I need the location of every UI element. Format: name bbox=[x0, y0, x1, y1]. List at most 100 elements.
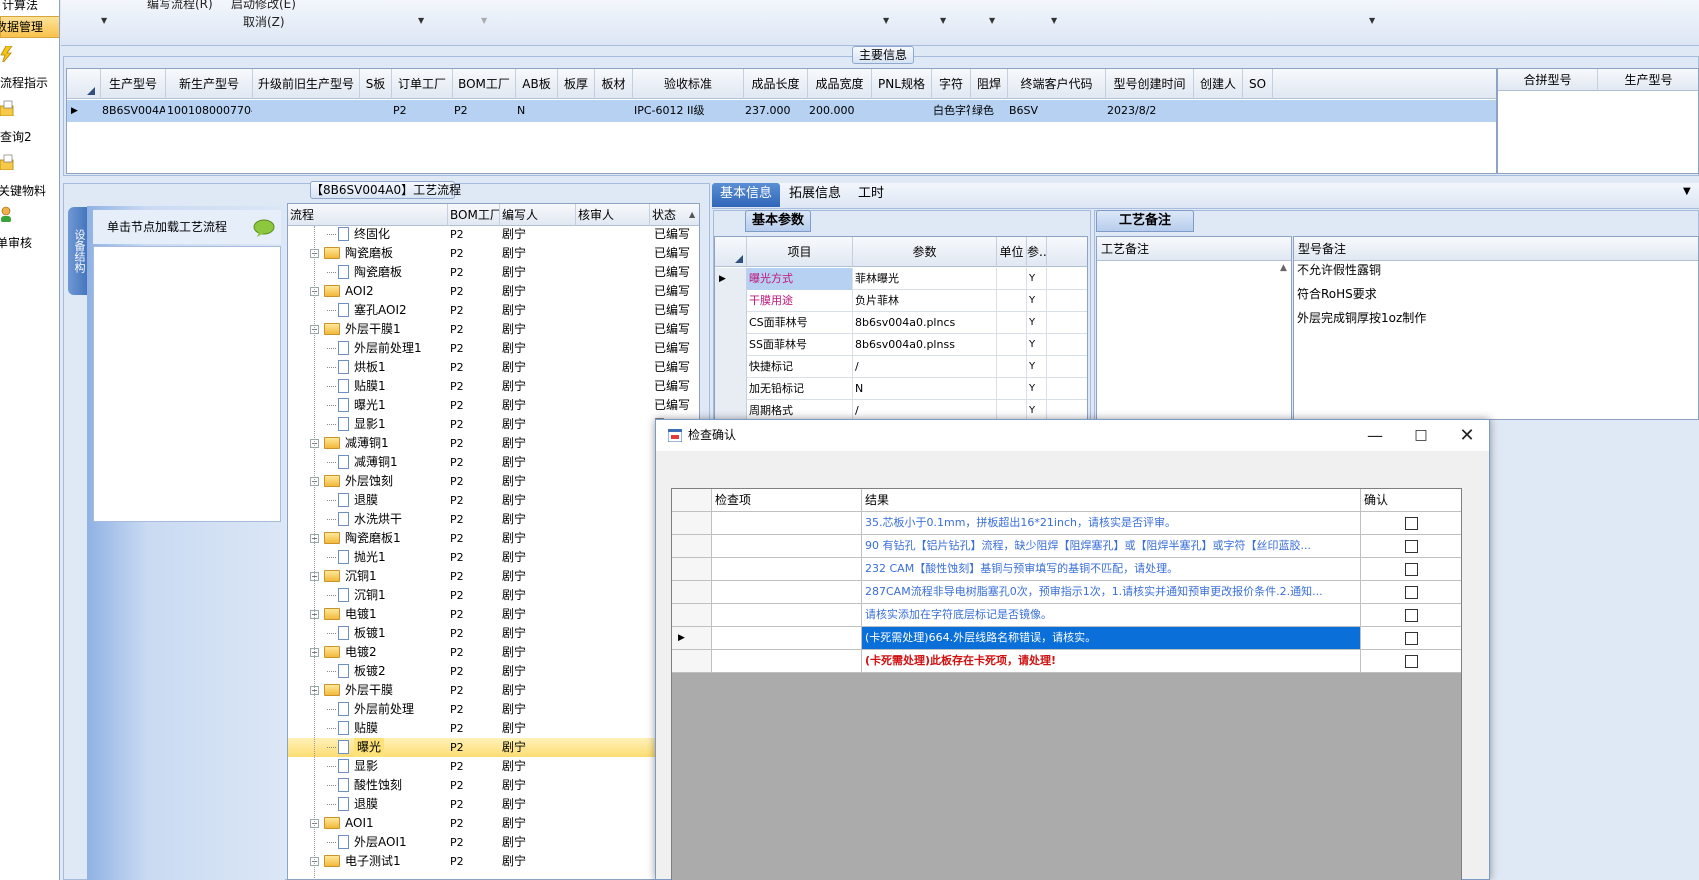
param-value[interactable]: 8b6sv004a0.plncs bbox=[853, 312, 997, 334]
column-header[interactable]: 检查项 bbox=[712, 489, 862, 512]
column-header[interactable]: 合拼型号 bbox=[1498, 69, 1598, 91]
column-header[interactable]: BOM工厂 bbox=[448, 204, 500, 226]
column-header[interactable]: 编写人 bbox=[500, 204, 576, 226]
tree-row[interactable]: −沉铜1P2剧宁已 bbox=[288, 567, 699, 586]
param-value[interactable]: / bbox=[853, 400, 997, 419]
tree-row[interactable]: 显影1P2剧宁已 bbox=[288, 415, 699, 434]
maximize-icon[interactable]: □ bbox=[1398, 420, 1444, 451]
scroll-up-icon[interactable]: ▲ bbox=[689, 210, 695, 219]
nav-item-key-material[interactable]: 关键物料 bbox=[0, 154, 59, 198]
tree-row[interactable]: − AOI2 P2 剧宁 已编写 bbox=[288, 282, 699, 301]
column-header[interactable]: 板厚 bbox=[558, 69, 595, 99]
column-header[interactable]: 参数 bbox=[853, 237, 997, 267]
table-row[interactable]: 35.芯板小于0.1mm，拼板超出16*21inch，请核实是否评审。 bbox=[672, 512, 1461, 535]
column-header[interactable]: 验收标准 bbox=[633, 69, 744, 99]
column-header[interactable]: 终端客户代码 bbox=[1008, 69, 1106, 99]
tree-row[interactable]: 板镀1P2剧宁已 bbox=[288, 624, 699, 643]
table-row[interactable]: CS面菲林号 8b6sv004a0.plncs Y bbox=[715, 312, 1087, 334]
column-header[interactable]: 新生产型号 bbox=[166, 69, 253, 99]
column-header[interactable]: AB板 bbox=[516, 69, 558, 99]
tab-extended-info[interactable]: 拓展信息 bbox=[784, 183, 846, 207]
confirm-checkbox[interactable] bbox=[1405, 632, 1418, 645]
column-header[interactable]: BOM工厂 bbox=[453, 69, 516, 99]
nav-item-review[interactable]: 单审核 bbox=[0, 206, 59, 250]
minimize-icon[interactable]: — bbox=[1352, 420, 1398, 451]
dropdown-arrow-icon[interactable]: ▼ bbox=[989, 16, 995, 25]
table-row[interactable]: 请核实添加在字符底层标记是否镜像。 bbox=[672, 604, 1461, 627]
column-header[interactable]: 字符 bbox=[932, 69, 971, 99]
confirm-checkbox[interactable] bbox=[1405, 517, 1418, 530]
tab-work-hours[interactable]: 工时 bbox=[852, 183, 890, 207]
tree-row[interactable]: 水洗烘干P2剧宁已 bbox=[288, 510, 699, 529]
tree-row[interactable]: 外层AOI1P2剧宁已 bbox=[288, 833, 699, 852]
param-value[interactable]: / bbox=[853, 356, 997, 378]
tree-row[interactable]: 曝光1 P2 剧宁 已编写 bbox=[288, 396, 699, 415]
tree-row[interactable]: −AOI1P2剧宁已 bbox=[288, 814, 699, 833]
column-header[interactable]: 结果 bbox=[862, 489, 1361, 512]
tree-row[interactable]: 减薄铜1P2剧宁已 bbox=[288, 453, 699, 472]
dropdown-arrow-icon[interactable]: ▼ bbox=[101, 16, 107, 25]
tree-row[interactable]: 沉铜1P2剧宁已 bbox=[288, 586, 699, 605]
table-row[interactable]: 周期格式 / Y bbox=[715, 400, 1087, 419]
column-header[interactable]: 确认 bbox=[1361, 489, 1461, 512]
dropdown-arrow-icon[interactable]: ▼ bbox=[1051, 16, 1057, 25]
tree-row[interactable]: 烘板1 P2 剧宁 已编写 bbox=[288, 358, 699, 377]
column-header[interactable]: 核审人 bbox=[576, 204, 650, 226]
nav-item-flow-indication[interactable]: 流程指示 bbox=[0, 46, 59, 90]
start-modify-button[interactable]: 启动修改(E) bbox=[231, 0, 296, 12]
column-header[interactable]: 参... bbox=[1027, 237, 1047, 267]
tab-basic-info[interactable]: 基本信息 bbox=[712, 183, 780, 207]
table-row[interactable]: 干膜用途 负片菲林 Y bbox=[715, 290, 1087, 312]
param-value[interactable]: 菲林曝光 bbox=[853, 268, 997, 290]
confirm-checkbox[interactable] bbox=[1405, 563, 1418, 576]
tree-row[interactable]: 陶瓷磨板 P2 剧宁 已编写 bbox=[288, 263, 699, 282]
tree-row[interactable]: −减薄铜1P2剧宁已 bbox=[288, 434, 699, 453]
table-row[interactable]: ▶ 8B6SV004A010010800077048 P2 P2 N IPC-6012 I… bbox=[67, 100, 1496, 122]
tree-row[interactable]: 板镀2P2剧宁已 bbox=[288, 662, 699, 681]
column-header[interactable]: 生产型号 bbox=[1598, 69, 1698, 91]
tree-row[interactable]: − 陶瓷磨板 P2 剧宁 已编写 bbox=[288, 244, 699, 263]
column-header[interactable]: 创建人 bbox=[1194, 69, 1243, 99]
table-row[interactable]: SS面菲林号 8b6sv004a0.plnss Y bbox=[715, 334, 1087, 356]
tree-row[interactable]: 退膜P2剧宁已 bbox=[288, 795, 699, 814]
column-header[interactable]: 成品长度 bbox=[744, 69, 808, 99]
column-header[interactable]: 阻焊 bbox=[971, 69, 1008, 99]
column-header[interactable]: 升级前旧生产型号 bbox=[253, 69, 360, 99]
tree-row[interactable]: −外层蚀刻P2剧宁已 bbox=[288, 472, 699, 491]
table-row[interactable]: ▶ 曝光方式 菲林曝光 Y bbox=[715, 268, 1087, 290]
tree-row[interactable]: −陶瓷磨板1P2剧宁已 bbox=[288, 529, 699, 548]
table-row[interactable]: 287CAM流程非导电树脂塞孔0次，预审指示1次，1.请核实并通知预审更改报价条… bbox=[672, 581, 1461, 604]
param-value[interactable]: N bbox=[853, 378, 997, 400]
param-value[interactable]: 8b6sv004a0.plnss bbox=[853, 334, 997, 356]
confirm-checkbox[interactable] bbox=[1405, 540, 1418, 553]
tree-row[interactable]: −电镀2P2剧宁已 bbox=[288, 643, 699, 662]
close-icon[interactable]: ✕ bbox=[1444, 420, 1490, 451]
dropdown-arrow-icon[interactable]: ▼ bbox=[940, 16, 946, 25]
table-row[interactable]: 加无铅标记 N Y bbox=[715, 378, 1087, 400]
table-row[interactable]: 快捷标记 / Y bbox=[715, 356, 1087, 378]
tree-row[interactable]: 终固化 P2 剧宁 已编写 bbox=[288, 225, 699, 244]
tree-row[interactable]: 抛光1P2剧宁已 bbox=[288, 548, 699, 567]
nav-item-algorithm[interactable]: 计算法 bbox=[0, 0, 59, 14]
tree-row[interactable]: −电镀1P2剧宁已 bbox=[288, 605, 699, 624]
tree-row[interactable]: 曝光P2剧宁已 bbox=[288, 738, 699, 757]
nav-item-query2[interactable]: 查询2 bbox=[0, 100, 59, 144]
column-header[interactable]: 型号创建时间 bbox=[1106, 69, 1194, 99]
dropdown-arrow-icon[interactable]: ▼ bbox=[1683, 186, 1691, 197]
column-header[interactable]: S板 bbox=[360, 69, 392, 99]
param-value[interactable]: 负片菲林 bbox=[853, 290, 997, 312]
column-header[interactable]: 生产型号 bbox=[101, 69, 166, 99]
table-row[interactable]: (卡死需处理)此板存在卡死项，请处理! bbox=[672, 650, 1461, 673]
column-header[interactable]: 成品宽度 bbox=[808, 69, 872, 99]
tree-row[interactable]: 退膜P2剧宁已 bbox=[288, 491, 699, 510]
tree-row[interactable]: −电子测试1P2剧宁已 bbox=[288, 852, 699, 871]
tree-row[interactable]: 外层前处理P2剧宁已 bbox=[288, 700, 699, 719]
table-row[interactable]: 232 CAM【酸性蚀刻】基铜与预审填写的基铜不匹配，请处理。 bbox=[672, 558, 1461, 581]
cancel-button[interactable]: 取消(Z) bbox=[243, 13, 285, 30]
tree-row[interactable]: 塞孔AOI2 P2 剧宁 已编写 bbox=[288, 301, 699, 320]
table-row[interactable]: ▶ (卡死需处理)664.外层线路名称错误，请核实。 bbox=[672, 627, 1461, 650]
confirm-checkbox[interactable] bbox=[1405, 586, 1418, 599]
dropdown-arrow-icon[interactable]: ▼ bbox=[418, 16, 424, 25]
tree-row[interactable]: − 外层干膜1 P2 剧宁 已编写 bbox=[288, 320, 699, 339]
confirm-checkbox[interactable] bbox=[1405, 609, 1418, 622]
